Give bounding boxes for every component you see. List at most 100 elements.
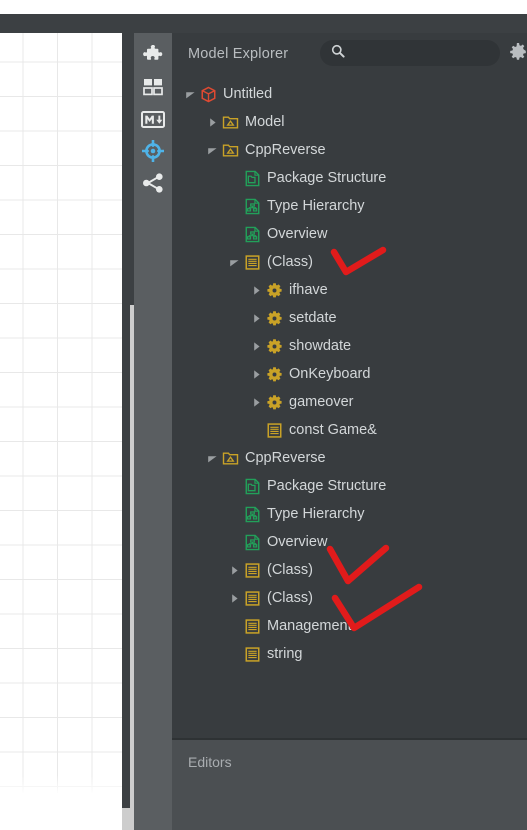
tree-row[interactable]: Untitled [172,80,527,108]
search-icon [331,44,345,63]
class-icon [245,562,260,578]
rail-item-target-crosshair[interactable] [134,135,172,167]
tree-row-label: ifhave [289,281,328,298]
search-box[interactable] [320,40,519,66]
gear-member-icon [267,338,282,353]
tree-row[interactable]: Package Structure [172,164,527,192]
settings-gear-button[interactable] [508,42,527,62]
tree-row-label: CppReverse [245,141,326,158]
chevron-right-icon[interactable] [250,396,263,409]
tree-row-label: OnKeyboard [289,365,371,382]
class-icon [267,422,282,438]
tree-row-label: (Class) [267,561,313,578]
tree-row-label: Type Hierarchy [267,197,365,214]
tree-row[interactable]: (Class) [172,248,527,276]
doc-hierarchy-icon [245,534,260,550]
tree-row[interactable]: const Game& [172,416,527,444]
search-input[interactable] [345,46,519,60]
editors-title: Editors [188,754,232,770]
tree-row[interactable]: CppReverse [172,136,527,164]
class-icon [245,618,260,634]
chevron-down-icon[interactable] [206,452,219,465]
dashboard-grid-icon [143,78,163,96]
canvas-scrollbar-thumb[interactable] [122,808,130,830]
class-icon [245,590,260,606]
activity-rail [134,33,172,830]
tree-row[interactable]: showdate [172,332,527,360]
doc-hierarchy-icon [245,198,260,214]
tree-row-label: setdate [289,309,337,326]
tree-row-label: Package Structure [267,477,387,494]
doc-package-icon [245,170,260,186]
chevron-right-icon[interactable] [250,340,263,353]
tree-row-label: Untitled [223,85,273,102]
tree-row[interactable]: OnKeyboard [172,360,527,388]
chevron-right-icon[interactable] [250,368,263,381]
tree-row[interactable]: (Class) [172,556,527,584]
editors-panel: Editors [172,740,527,830]
chevron-down-icon[interactable] [184,88,197,101]
tree-row[interactable]: CppReverse [172,444,527,472]
chevron-right-icon[interactable] [228,564,241,577]
doc-hierarchy-icon [245,506,260,522]
explorer-header: Model Explorer [172,33,527,78]
tree-row[interactable]: gameover [172,388,527,416]
rail-item-markdown[interactable] [134,103,172,135]
rail-item-dashboard-grid[interactable] [134,71,172,103]
app-window: Model Explorer Untitled Model CppReverse Pa… [0,0,527,830]
gear-member-icon [267,282,282,297]
page-title: Model Explorer [188,46,289,62]
window-top-strip [0,0,527,14]
canvas-vertical-scrollbar[interactable] [122,33,130,830]
chevron-right-icon[interactable] [206,116,219,129]
class-icon [245,254,260,270]
tree-row-label: Management [267,617,352,634]
tree-row[interactable]: Type Hierarchy [172,192,527,220]
tree-row-label: (Class) [267,253,313,270]
tree-row[interactable]: Overview [172,528,527,556]
rail-item-puzzle-piece[interactable] [134,39,172,71]
tree-row[interactable]: (Class) [172,584,527,612]
puzzle-piece-icon [143,45,163,65]
tree-row-label: Overview [267,533,328,550]
window-toolbar-strip [0,14,527,33]
doc-hierarchy-icon [245,226,260,242]
chevron-right-icon[interactable] [250,312,263,325]
model-explorer-panel: Model Explorer Untitled Model CppReverse Pa… [172,33,527,738]
tree-row-label: CppReverse [245,449,326,466]
tree-row[interactable]: Package Structure [172,472,527,500]
diagram-canvas[interactable] [0,33,130,830]
target-crosshair-icon [142,140,164,162]
doc-package-icon [245,478,260,494]
tree-row[interactable]: Overview [172,220,527,248]
chevron-right-icon[interactable] [250,284,263,297]
tree-row-label: gameover [289,393,354,410]
tree-row[interactable]: Type Hierarchy [172,500,527,528]
tree-row[interactable]: setdate [172,304,527,332]
class-icon [245,646,260,662]
tree-row-label: showdate [289,337,352,354]
canvas-fade [0,775,130,805]
chevron-right-icon[interactable] [228,592,241,605]
gear-member-icon [267,366,282,381]
canvas-grid [0,33,130,793]
tree-row[interactable]: ifhave [172,276,527,304]
folder-diagram-icon [222,116,239,128]
tree-row-label: Package Structure [267,169,387,186]
tree-row-label: const Game& [289,421,377,438]
tree-row-label: Model [245,113,285,130]
folder-diagram-icon [222,452,239,464]
model-tree[interactable]: Untitled Model CppReverse Package Structure… [172,78,527,668]
markdown-icon [141,110,165,128]
chevron-down-icon[interactable] [206,144,219,157]
tree-row[interactable]: Model [172,108,527,136]
tree-row-label: Overview [267,225,328,242]
tree-row[interactable]: Management [172,612,527,640]
chevron-down-icon[interactable] [228,256,241,269]
rail-item-share-nodes[interactable] [134,167,172,199]
tree-row-label: (Class) [267,589,313,606]
share-nodes-icon [142,173,164,193]
cube-icon [201,86,216,102]
tree-row-label: Type Hierarchy [267,505,365,522]
tree-row[interactable]: string [172,640,527,668]
